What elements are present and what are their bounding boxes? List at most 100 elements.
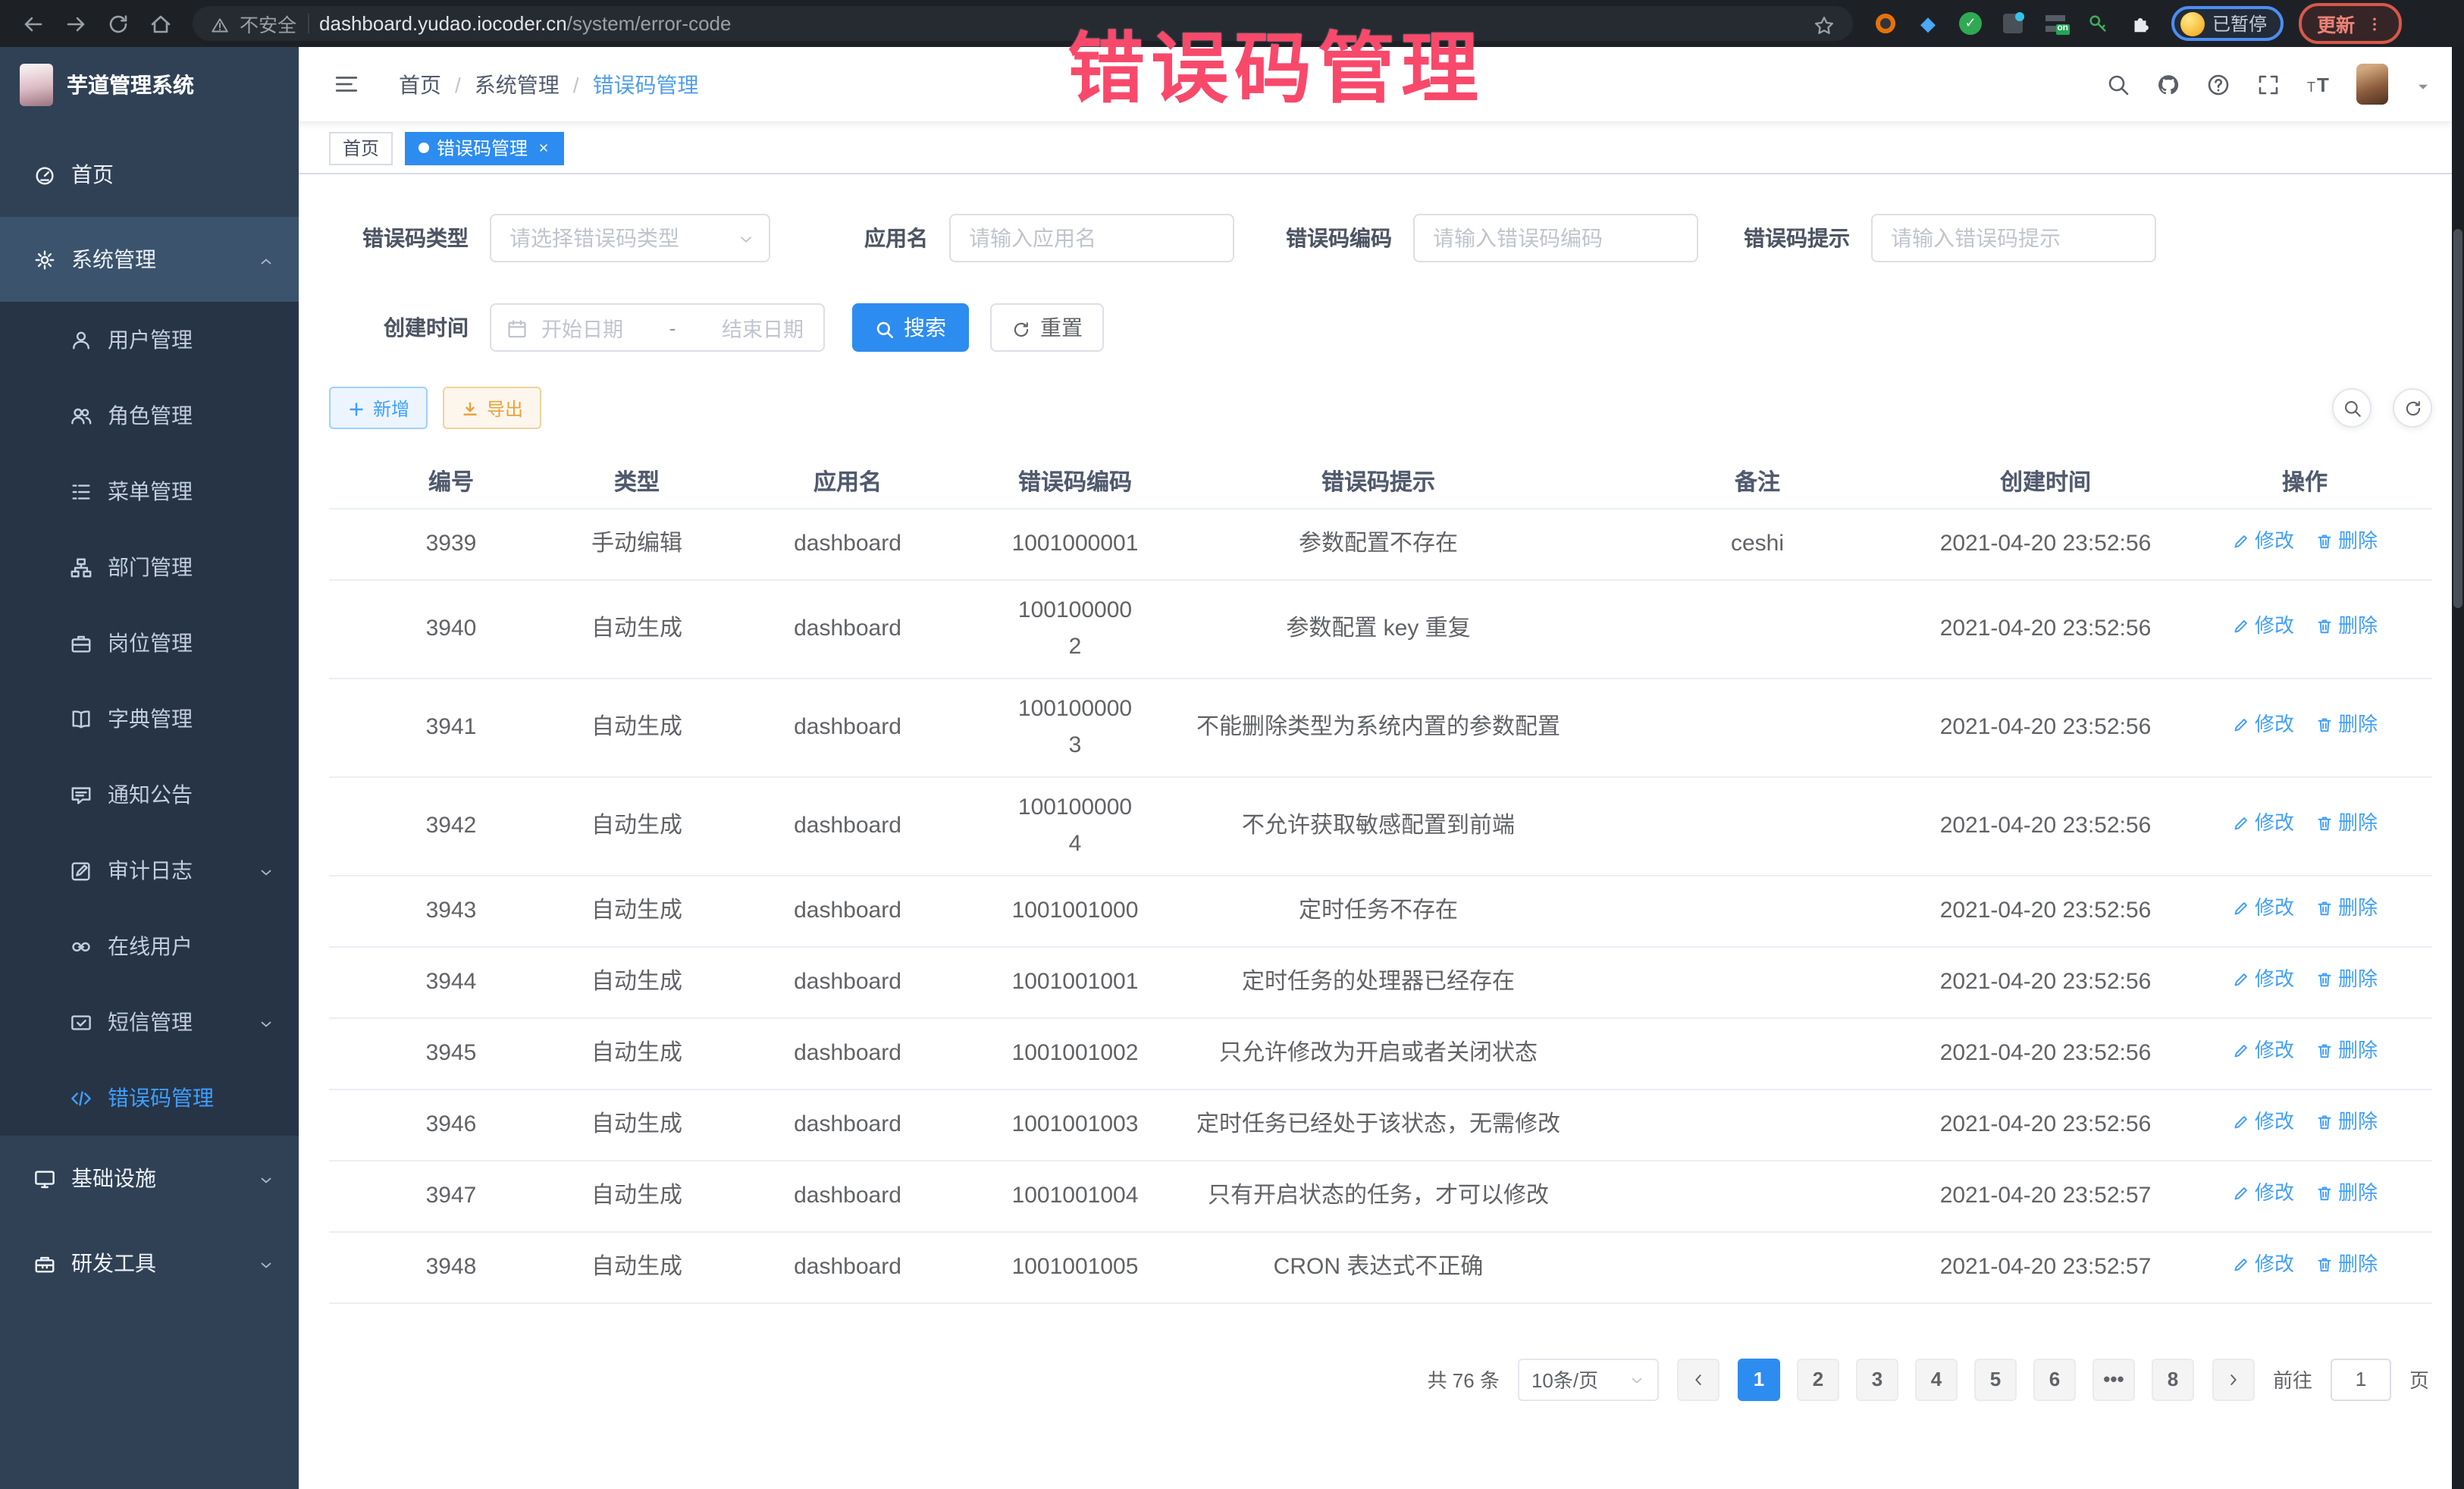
edit-link[interactable]: 修改 xyxy=(2232,964,2294,995)
page-4[interactable]: 4 xyxy=(1915,1358,1958,1400)
breadcrumb-home[interactable]: 首页 xyxy=(399,69,441,99)
delete-link[interactable]: 删除 xyxy=(2315,611,2378,641)
app-logo[interactable]: 芋道管理系统 xyxy=(0,47,299,123)
add-button[interactable]: 新增 xyxy=(329,387,428,429)
sidebar-item-dept-management[interactable]: 部门管理 xyxy=(0,529,299,605)
sidebar-item-audit-log[interactable]: 审计日志 xyxy=(0,832,299,908)
goto-page-input[interactable] xyxy=(2331,1358,2391,1400)
extension-on-toggle-icon[interactable]: on xyxy=(2044,12,2067,35)
search-icon xyxy=(875,315,895,340)
delete-link[interactable]: 删除 xyxy=(2315,526,2378,556)
user-avatar[interactable] xyxy=(2356,64,2388,105)
extension-blue-gem-icon[interactable]: ◆ xyxy=(1917,12,1939,35)
cell-code: 1001000002 xyxy=(995,579,1155,678)
app-name-input[interactable] xyxy=(949,214,1234,262)
sidebar-item-online-users[interactable]: 在线用户 xyxy=(0,908,299,984)
delete-link[interactable]: 删除 xyxy=(2315,964,2378,995)
toolbox-icon xyxy=(33,1252,56,1274)
fontsize-icon[interactable]: TT xyxy=(2306,71,2331,98)
edit-link[interactable]: 修改 xyxy=(2232,1249,2294,1280)
extension-green-key-icon[interactable] xyxy=(2086,12,2109,35)
export-button[interactable]: 导出 xyxy=(443,387,541,429)
delete-link[interactable]: 删除 xyxy=(2315,893,2378,923)
edit-link[interactable]: 修改 xyxy=(2232,1107,2294,1137)
error-hint-input[interactable] xyxy=(1871,214,2156,262)
scrollbar-thumb[interactable] xyxy=(2453,229,2462,608)
sidebar-item-notice-announcement[interactable]: 通知公告 xyxy=(0,757,299,832)
tag-首页[interactable]: 首页 xyxy=(329,131,393,165)
page-5[interactable]: 5 xyxy=(1974,1358,2017,1400)
page-8[interactable]: 8 xyxy=(2152,1358,2194,1400)
github-icon[interactable] xyxy=(2156,71,2180,98)
extension-orange-ring-icon[interactable] xyxy=(1874,12,1897,35)
next-page-button[interactable] xyxy=(2212,1358,2255,1400)
breadcrumb-separator: / xyxy=(573,72,579,96)
pencil-icon xyxy=(2232,1255,2250,1274)
close-icon[interactable] xyxy=(537,141,550,155)
delete-link[interactable]: 删除 xyxy=(2315,808,2378,839)
page-size-select[interactable]: 10条/页 xyxy=(1518,1358,1659,1400)
date-range-picker[interactable]: 开始日期 - 结束日期 xyxy=(490,303,825,352)
tags-bar: 首页错误码管理 xyxy=(299,123,2452,174)
search-button[interactable]: 搜索 xyxy=(852,303,969,352)
sidebar-item-system-management[interactable]: 系统管理 xyxy=(0,217,299,302)
chevron-down-icon[interactable] xyxy=(2414,72,2432,96)
error-type-select[interactable]: 请选择错误码类型 xyxy=(490,214,770,262)
sidebar-item-sms-management[interactable]: 短信管理 xyxy=(0,984,299,1060)
sidebar-item-infrastructure[interactable]: 基础设施 xyxy=(0,1136,299,1221)
extension-gray-grid-icon[interactable] xyxy=(2002,12,2024,35)
help-icon[interactable] xyxy=(2206,71,2230,98)
extension-puzzle-icon[interactable] xyxy=(2129,12,2152,35)
home-button[interactable] xyxy=(149,11,173,37)
edit-link[interactable]: 修改 xyxy=(2232,893,2294,923)
prev-page-button[interactable] xyxy=(1677,1358,1719,1400)
delete-link[interactable]: 删除 xyxy=(2315,1107,2378,1137)
window-scrollbar[interactable] xyxy=(2452,47,2464,1489)
browser-menu-dots-icon[interactable] xyxy=(2365,13,2384,34)
breadcrumb-system[interactable]: 系统管理 xyxy=(475,69,560,99)
refresh-table-button[interactable] xyxy=(2393,388,2432,428)
bookmark-star-icon[interactable] xyxy=(1814,11,1835,36)
page-2[interactable]: 2 xyxy=(1797,1358,1839,1400)
edit-link[interactable]: 修改 xyxy=(2232,710,2294,740)
sidebar-item-dict-management[interactable]: 字典管理 xyxy=(0,681,299,757)
page-1[interactable]: 1 xyxy=(1738,1358,1780,1400)
error-code-input[interactable] xyxy=(1413,214,1698,262)
tag-错误码管理[interactable]: 错误码管理 xyxy=(405,131,564,165)
profile-paused-chip[interactable]: 已暂停 xyxy=(2171,6,2284,41)
search-icon[interactable] xyxy=(2106,71,2130,98)
sidebar-item-error-code-management[interactable]: 错误码管理 xyxy=(0,1060,299,1136)
browser-update-button[interactable]: 更新 xyxy=(2299,3,2402,44)
edit-link[interactable]: 修改 xyxy=(2232,808,2294,839)
back-button[interactable] xyxy=(21,11,45,37)
sidebar-item-home[interactable]: 首页 xyxy=(0,132,299,217)
sidebar-item-role-management[interactable]: 角色管理 xyxy=(0,378,299,453)
delete-link[interactable]: 删除 xyxy=(2315,1178,2378,1208)
delete-link[interactable]: 删除 xyxy=(2315,1036,2378,1066)
reload-button[interactable] xyxy=(106,11,130,37)
sidebar-item-user-management[interactable]: 用户管理 xyxy=(0,302,299,378)
sidebar-item-post-management[interactable]: 岗位管理 xyxy=(0,605,299,681)
edit-link[interactable]: 修改 xyxy=(2232,526,2294,556)
cell-type: 自动生成 xyxy=(573,946,701,1017)
delete-link[interactable]: 删除 xyxy=(2315,1249,2378,1280)
page-6[interactable]: 6 xyxy=(2033,1358,2076,1400)
table-toolbar: 新增 导出 xyxy=(329,387,2432,429)
url-bar[interactable]: 不安全 dashboard.yudao.iocoder.cn/system/er… xyxy=(193,6,1853,41)
navbar: 首页 / 系统管理 / 错误码管理 TT xyxy=(299,47,2452,123)
hamburger-icon[interactable] xyxy=(334,71,359,98)
sidebar-item-dev-tools[interactable]: 研发工具 xyxy=(0,1221,299,1306)
page-ellipsis[interactable]: ••• xyxy=(2093,1358,2135,1400)
page-3[interactable]: 3 xyxy=(1856,1358,1898,1400)
fullscreen-icon[interactable] xyxy=(2256,71,2281,98)
sidebar-item-menu-management[interactable]: 菜单管理 xyxy=(0,453,299,529)
edit-link[interactable]: 修改 xyxy=(2232,1178,2294,1208)
edit-link[interactable]: 修改 xyxy=(2232,1036,2294,1066)
delete-link[interactable]: 删除 xyxy=(2315,710,2378,740)
forward-button[interactable] xyxy=(64,11,88,37)
extension-green-check-icon[interactable]: ✓ xyxy=(1959,12,1982,35)
column-header-7: 操作 xyxy=(2177,456,2432,508)
toggle-search-button[interactable] xyxy=(2332,388,2372,428)
edit-link[interactable]: 修改 xyxy=(2232,611,2294,641)
reset-button[interactable]: 重置 xyxy=(990,303,1104,352)
